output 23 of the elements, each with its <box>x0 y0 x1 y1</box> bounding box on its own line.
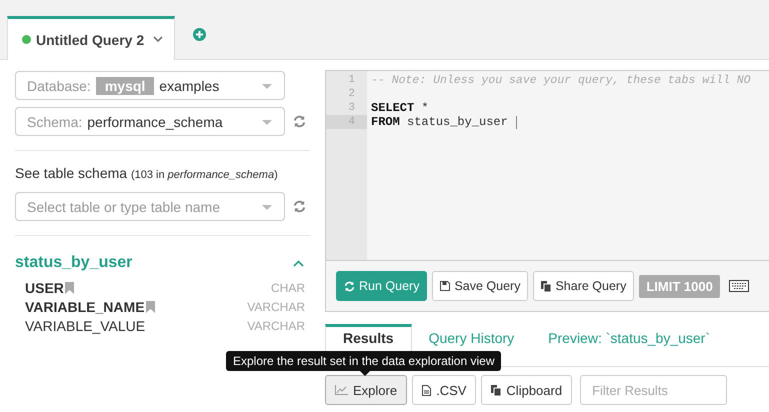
column-name: USER <box>25 280 64 296</box>
save-query-button[interactable]: Save Query <box>432 271 528 301</box>
line-number: 2 <box>347 87 356 101</box>
schema-select[interactable]: Schema: performance_schema <box>15 107 285 136</box>
csv-button[interactable]: .CSV <box>412 375 476 405</box>
clipboard-button[interactable]: Clipboard <box>481 375 572 405</box>
line-number: 1 <box>347 73 356 87</box>
filter-field[interactable]: Filter Results <box>580 375 728 405</box>
tooltip: Explore the result set in the data exploration view <box>226 351 502 371</box>
code-line: FROM status_by_user <box>370 115 508 129</box>
line-number: 3 <box>347 101 356 115</box>
database-select[interactable]: Database: mysql examples <box>15 71 285 100</box>
explore-button[interactable]: Explore <box>325 375 408 405</box>
column-name: VARIABLE_NAME <box>25 298 145 314</box>
column-type: VARCHAR <box>247 300 305 314</box>
column-name: VARIABLE_VALUE <box>25 318 146 334</box>
column-type: CHAR <box>270 280 305 294</box>
share-query-button[interactable]: Share Query <box>533 271 634 301</box>
code-comment: -- Note: Unless you save your query, these tabs will NO <box>370 74 751 86</box>
code-line: SELECT * <box>370 101 429 115</box>
query-tab[interactable]: Untitled Query 2 <box>7 16 175 60</box>
table-schema-heading: See table schema (103 in performance_schema) <box>15 165 279 181</box>
column-type: VARCHAR <box>247 318 305 332</box>
